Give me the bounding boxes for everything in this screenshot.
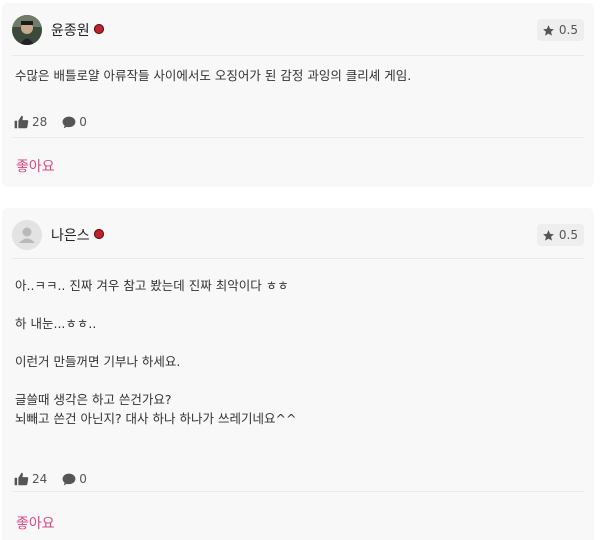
- review-card: 윤종원 0.5 수많은 배틀로얄 아류작들 사이에서도 오징어가 된 감정 과잉…: [2, 3, 594, 187]
- red-dot-badge: [93, 229, 104, 239]
- review-line: 뇌빼고 쓴건 아닌지? 대사 하나 하나가 쓰레기네요^^: [15, 411, 297, 426]
- avatar[interactable]: [12, 220, 42, 250]
- review-line: [15, 295, 580, 314]
- review-line: [15, 371, 580, 390]
- review-header: 윤종원 0.5: [12, 11, 584, 49]
- avatar[interactable]: [12, 15, 42, 45]
- divider: [12, 55, 584, 56]
- review-stats: 28 0: [14, 115, 102, 129]
- review-text[interactable]: 아..ㅋㅋ.. 진짜 겨우 참고 봤는데 진짜 최악이다 ㅎㅎ 하 내눈...ㅎ…: [15, 276, 580, 428]
- rating-value: 0.5: [558, 23, 578, 37]
- divider: [12, 258, 584, 259]
- likes-count: 24: [32, 472, 48, 486]
- review-card: 나은스 0.5 아..ㅋㅋ.. 진짜 겨우 참고 봤는데 진짜 최악이다 ㅎㅎ …: [2, 208, 594, 540]
- review-header: 나은스 0.5: [12, 216, 584, 254]
- rating-badge: 0.5: [536, 19, 584, 41]
- star-icon: [542, 229, 554, 241]
- thumbs-up-icon: [14, 115, 29, 129]
- review-line: 이런거 만들꺼면 기부나 하세요.: [15, 354, 181, 369]
- comments-count: 0: [79, 472, 87, 486]
- thumbs-up-icon: [14, 472, 29, 486]
- review-line: 하 내눈...ㅎㅎ..: [15, 316, 97, 331]
- review-stats: 24 0: [14, 472, 102, 486]
- divider: [12, 491, 584, 492]
- speech-bubble-icon: [62, 473, 76, 485]
- review-text[interactable]: 수많은 배틀로얄 아류작들 사이에서도 오징어가 된 감정 과잉의 클리셰 게임…: [15, 66, 580, 85]
- review-line: 수많은 배틀로얄 아류작들 사이에서도 오징어가 된 감정 과잉의 클리셰 게임…: [15, 68, 412, 83]
- like-button[interactable]: 좋아요: [16, 513, 55, 533]
- star-icon: [542, 24, 554, 36]
- rating-value: 0.5: [558, 228, 578, 242]
- speech-bubble-icon: [62, 116, 76, 128]
- comments-count: 0: [79, 115, 87, 129]
- person-icon: [12, 220, 42, 250]
- like-button[interactable]: 좋아요: [16, 156, 55, 176]
- red-dot-badge: [93, 24, 104, 34]
- username[interactable]: 윤종원: [51, 20, 90, 40]
- review-line: [15, 333, 580, 352]
- username[interactable]: 나은스: [51, 225, 90, 245]
- likes-count: 28: [32, 115, 48, 129]
- review-line: 글쓸때 생각은 하고 쓴건가요?: [15, 392, 172, 407]
- divider: [12, 137, 584, 138]
- rating-badge: 0.5: [536, 224, 584, 246]
- review-line: 아..ㅋㅋ.. 진짜 겨우 참고 봤는데 진짜 최악이다 ㅎㅎ: [15, 278, 289, 293]
